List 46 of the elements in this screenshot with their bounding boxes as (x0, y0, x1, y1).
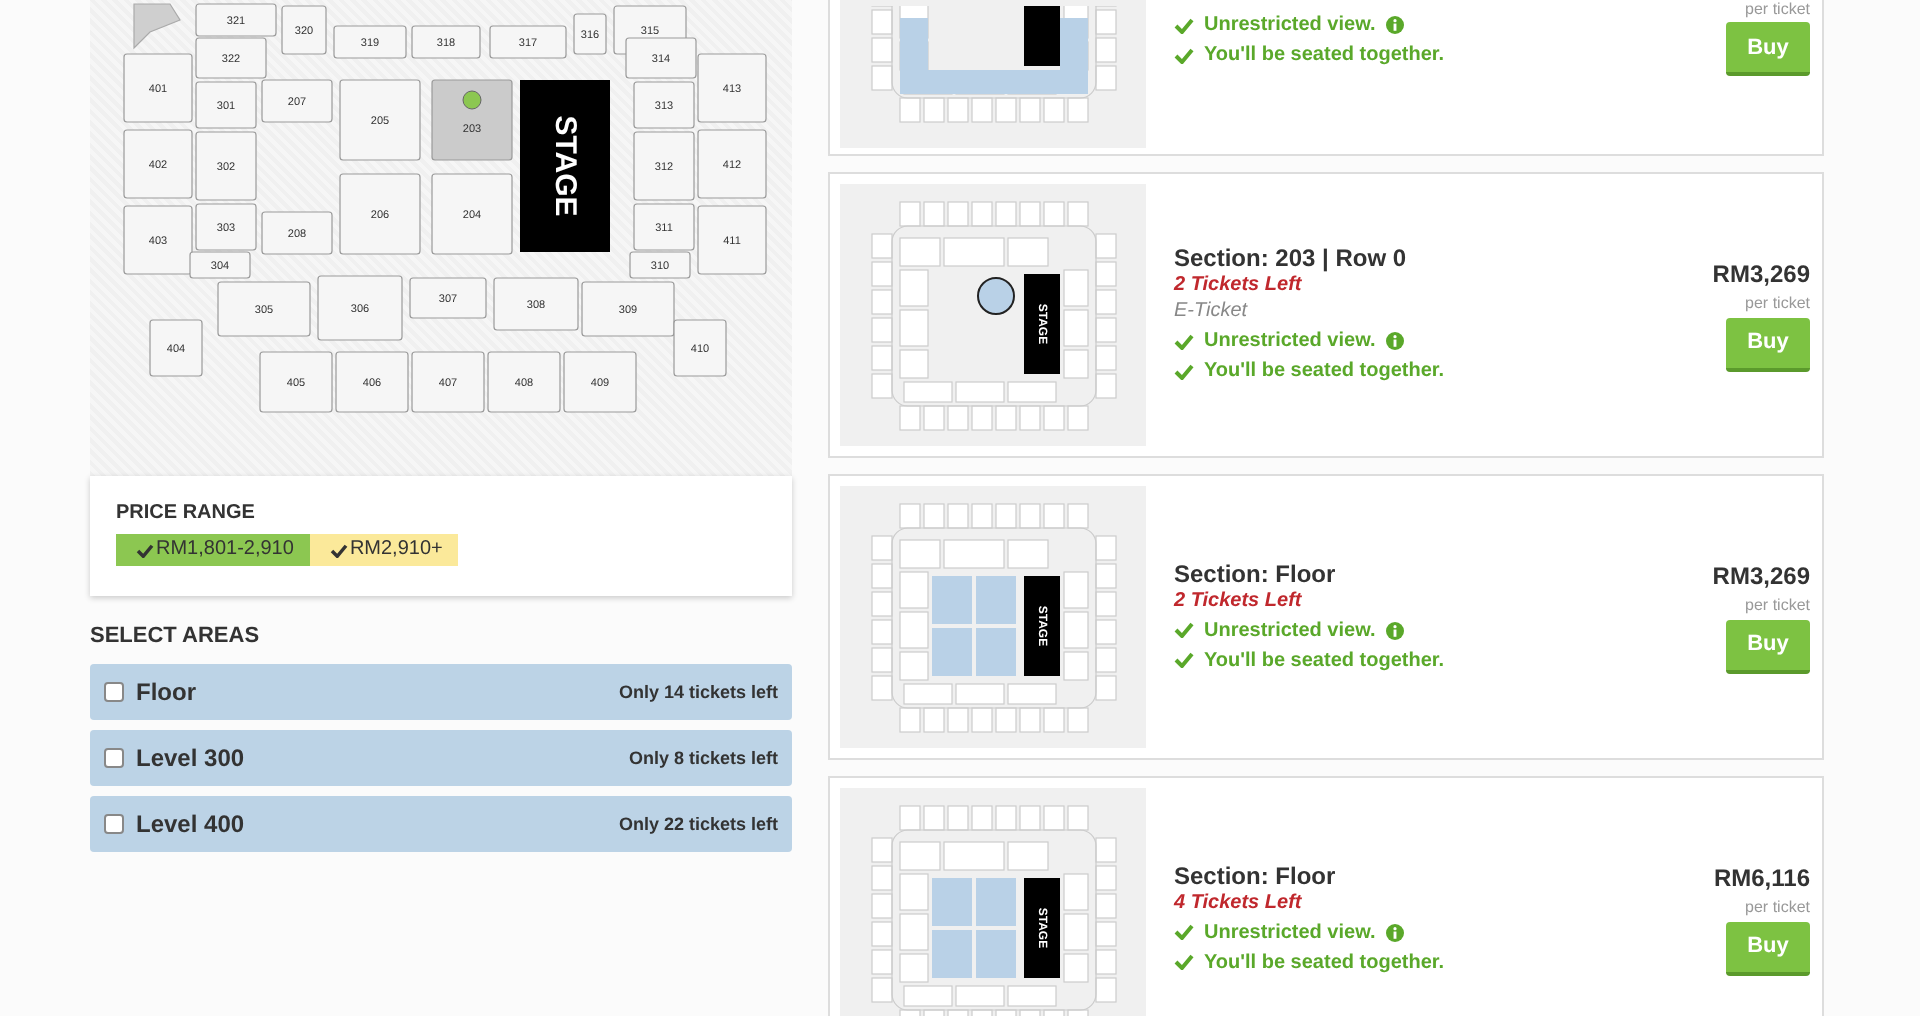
tickets-left-note: Only 14 tickets left (618, 682, 778, 702)
area-label: Floor (136, 678, 198, 706)
per-ticket-label: per ticket (1745, 0, 1810, 18)
area-label: Level 400 (136, 810, 247, 838)
ticket-price: RM3,269 (1712, 259, 1810, 287)
feature-text: Unrestricted view. (1204, 14, 1376, 36)
price-filter-chip[interactable]: RM1,801-2,910 (116, 534, 310, 566)
per-ticket-label: per ticket (1745, 293, 1810, 311)
tickets-left-note: Only 22 tickets left (618, 814, 778, 834)
price-range-title: PRICE RANGE (116, 502, 257, 524)
tickets-left-note: Only 8 tickets left (628, 748, 778, 768)
checkbox[interactable] (104, 814, 124, 834)
area-option[interactable]: Floor Only 14 tickets left (90, 664, 792, 720)
tickets-left: 2 Tickets Left (1174, 589, 1304, 611)
checkbox[interactable] (104, 682, 124, 702)
checkbox[interactable] (104, 748, 124, 768)
section-title: Section: 203 | Row 0 (1174, 244, 1409, 272)
select-areas-title: SELECT AREAS (90, 624, 262, 648)
per-ticket-label: per ticket (1745, 595, 1810, 613)
per-ticket-label: per ticket (1745, 897, 1810, 915)
feature-text: You'll be seated together. (1204, 360, 1444, 382)
area-option[interactable]: Level 400 Only 22 tickets left (90, 796, 792, 852)
tickets-left: 2 Tickets Left (1174, 274, 1304, 296)
ticket-price: RM3,269 (1712, 561, 1810, 589)
area-option[interactable]: Level 300 Only 8 tickets left (90, 730, 792, 786)
check-icon (329, 543, 348, 557)
section-title: Section: Floor (1174, 559, 1338, 587)
stage: STAGE (520, 80, 610, 252)
section-title: Section: Floor (1174, 861, 1338, 889)
check-icon (136, 543, 154, 557)
info-icon[interactable] (1385, 923, 1404, 941)
feature-text: You'll be seated together. (1204, 951, 1444, 973)
tickets-left: 4 Tickets Left (1174, 891, 1304, 913)
feature-text: Unrestricted view. (1204, 619, 1376, 641)
feature-text: You'll be seated together. (1204, 649, 1444, 671)
delivery-type: E-Ticket (1174, 300, 1250, 322)
info-icon[interactable] (1385, 16, 1404, 34)
feature-text: Unrestricted view. (1204, 330, 1376, 352)
selected-seat-marker (976, 276, 1014, 314)
info-icon[interactable] (1385, 621, 1404, 639)
feature-text: Unrestricted view. (1204, 921, 1376, 943)
feature-text: You'll be seated together. (1204, 44, 1444, 66)
price-filter-chip[interactable]: RM2,910+ (309, 534, 459, 566)
area-label: Level 300 (136, 744, 247, 772)
info-icon[interactable] (1385, 332, 1404, 350)
ticket-price: RM6,116 (1713, 863, 1810, 891)
